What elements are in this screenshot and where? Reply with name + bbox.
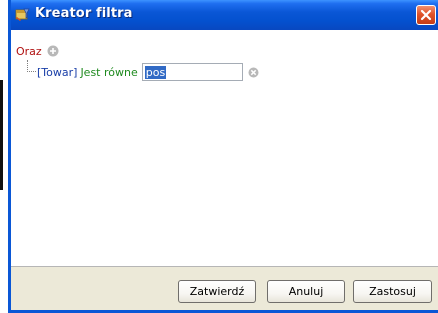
filter-builder-window: Kreator filtra Oraz [Towar] Jest równe p… (8, 0, 438, 313)
root-group-row: Oraz (16, 44, 59, 58)
tree-connector-horizontal (27, 71, 36, 72)
close-icon (420, 9, 432, 21)
button-bar: Zatwierdź Anuluj Zastosuj (11, 267, 438, 310)
close-button[interactable] (416, 5, 436, 25)
root-operator-link[interactable]: Oraz (16, 45, 42, 58)
filter-wizard-icon (15, 8, 30, 21)
condition-value-field[interactable]: pos (141, 63, 243, 81)
title-bar[interactable]: Kreator filtra (11, 0, 438, 30)
cancel-button[interactable]: Anuluj (267, 280, 345, 303)
remove-condition-icon[interactable] (248, 67, 259, 78)
filter-editor-area: Oraz [Towar] Jest równe pos Zatwierdź An… (11, 30, 438, 310)
desktop-background (0, 0, 8, 313)
desktop-edge (0, 80, 3, 190)
add-condition-icon[interactable] (47, 45, 59, 57)
condition-field-link[interactable]: [Towar] (37, 66, 77, 79)
condition-row: [Towar] Jest równe pos (37, 63, 259, 81)
condition-value-text: pos (144, 66, 167, 79)
window-title: Kreator filtra (35, 6, 133, 21)
condition-operator-link[interactable]: Jest równe (80, 66, 137, 79)
apply-button[interactable]: Zastosuj (353, 280, 432, 303)
confirm-button[interactable]: Zatwierdź (178, 280, 256, 303)
